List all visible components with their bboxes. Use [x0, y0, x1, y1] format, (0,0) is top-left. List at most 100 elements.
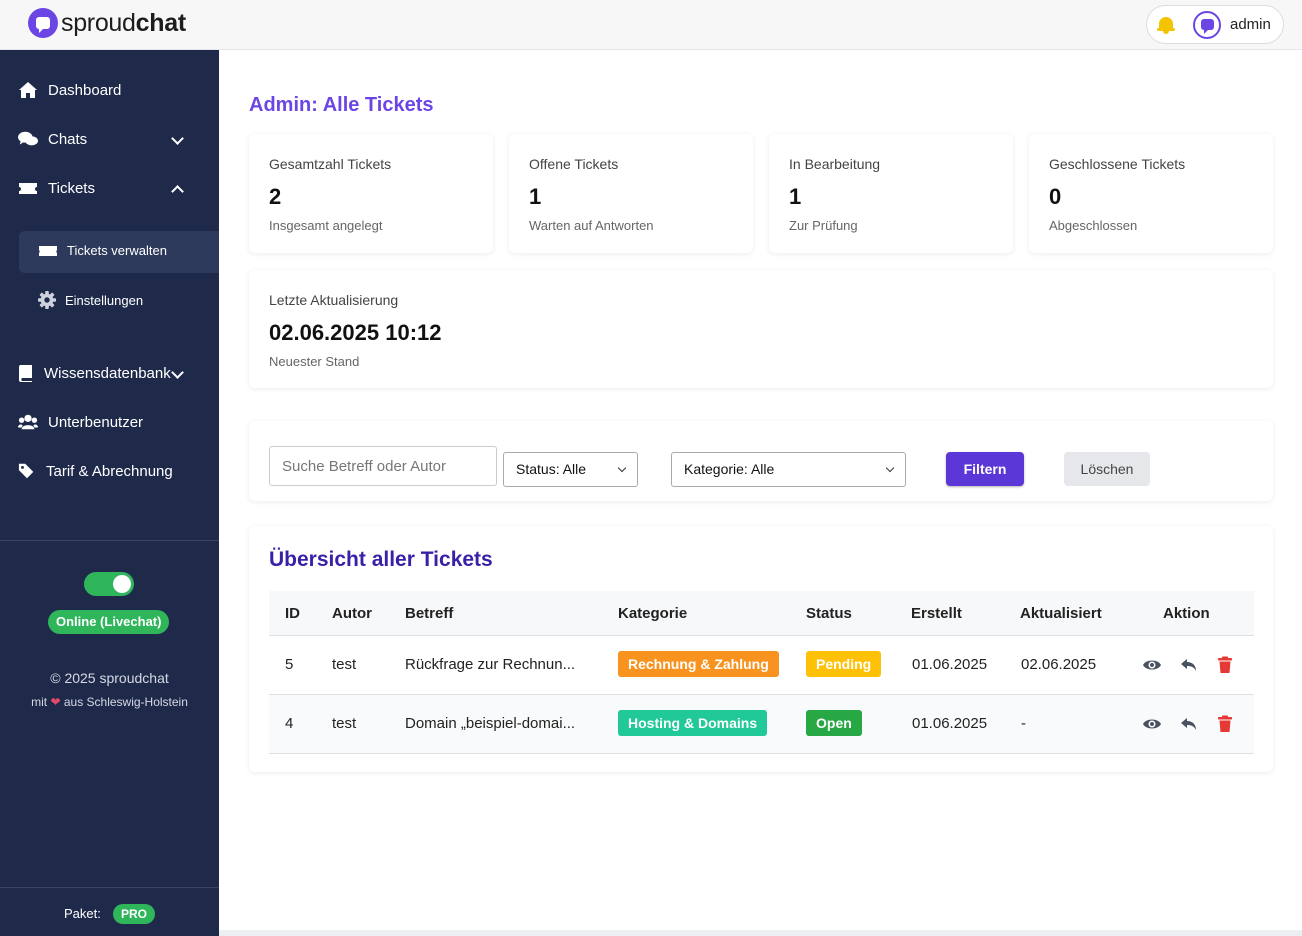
copyright-text: © 2025 sproudchat — [50, 670, 169, 686]
column-header[interactable]: Betreff — [405, 605, 453, 622]
stat-label: Letzte Aktualisierung — [269, 292, 399, 308]
chevron-down-icon[interactable] — [171, 366, 184, 379]
avatar — [1193, 10, 1221, 39]
sidebar-item-tickets[interactable]: Tickets — [18, 179, 95, 197]
bell-icon[interactable] — [1157, 16, 1175, 34]
stat-value: 02.06.2025 10:12 — [269, 320, 442, 345]
online-toggle[interactable] — [84, 572, 134, 596]
stat-value: 2 — [269, 184, 282, 209]
home-icon — [19, 82, 37, 98]
reply-icon[interactable] — [1179, 655, 1199, 675]
chevron-up-icon[interactable] — [171, 185, 184, 198]
column-header[interactable]: Aktualisiert — [1020, 605, 1102, 622]
stat-label: In Bearbeitung — [789, 156, 881, 172]
status-select-value: Status: Alle — [516, 461, 587, 477]
stat-sub: Warten auf Antworten — [529, 218, 654, 233]
sidebar-item-chats[interactable]: Chats — [18, 130, 87, 148]
ticket-icon — [19, 183, 37, 194]
reply-icon[interactable] — [1179, 714, 1199, 734]
stat-label: Gesamtzahl Tickets — [269, 156, 392, 172]
chats-icon — [18, 131, 38, 146]
ticket-icon — [39, 245, 57, 256]
category-badge: Hosting & Domains — [618, 710, 768, 736]
column-header[interactable]: Erstellt — [911, 605, 962, 622]
status-select[interactable]: Status: Alle — [503, 452, 638, 487]
stat-label: Offene Tickets — [529, 156, 619, 172]
column-header: Aktion — [1163, 605, 1210, 622]
trash-icon[interactable] — [1215, 714, 1235, 734]
user-menu[interactable]: admin — [1146, 5, 1284, 44]
eye-icon[interactable] — [1142, 655, 1162, 675]
table-title: Übersicht aller Tickets — [269, 548, 493, 571]
sidebar: Dashboard Chats Tickets Tickets verwalte… — [0, 50, 219, 936]
gear-icon — [38, 291, 56, 309]
main-content: Admin: Alle Tickets Gesamtzahl Tickets 2… — [219, 50, 1302, 930]
users-icon — [18, 414, 38, 430]
category-select[interactable]: Kategorie: Alle — [671, 452, 906, 487]
trash-icon[interactable] — [1215, 655, 1235, 675]
stat-sub: Insgesamt angelegt — [269, 218, 383, 233]
table-row[interactable]: 5 test Rückfrage zur Rechnun... Rechnung… — [269, 636, 1254, 695]
stat-card-total: Gesamtzahl Tickets 2 Insgesamt angelegt — [249, 134, 493, 253]
ticket-created: 01.06.2025 — [912, 715, 988, 732]
chat-bubble-icon — [28, 8, 58, 38]
filter-card: Status: Alle Kategorie: Alle Filtern Lös… — [249, 421, 1273, 501]
stat-value: 0 — [1049, 184, 1062, 209]
made-with-text: mit ❤ aus Schleswig-Holstein — [31, 695, 188, 709]
ticket-author: test — [332, 715, 357, 732]
brand-name: sproudchat — [61, 8, 186, 37]
stat-value: 1 — [529, 184, 542, 209]
top-bar: sproudchat admin — [0, 0, 1302, 50]
ticket-id: 5 — [285, 656, 294, 673]
sidebar-subitem-tickets-verwalten[interactable]: Tickets verwalten — [38, 243, 167, 258]
sidebar-item-label: Chats — [48, 130, 88, 148]
ticket-updated: - — [1021, 715, 1026, 732]
column-header[interactable]: Kategorie — [618, 605, 687, 622]
ticket-updated: 02.06.2025 — [1021, 656, 1097, 673]
stat-card-open: Offene Tickets 1 Warten auf Antworten — [509, 134, 753, 253]
category-select-value: Kategorie: Alle — [684, 461, 775, 477]
sidebar-item-label: Dashboard — [48, 81, 122, 99]
sidebar-divider — [0, 540, 219, 541]
stat-label: Geschlossene Tickets — [1049, 156, 1186, 172]
clear-button[interactable]: Löschen — [1064, 452, 1150, 486]
category-badge: Rechnung & Zahlung — [618, 651, 779, 677]
ticket-created: 01.06.2025 — [912, 656, 988, 673]
bottom-strip — [219, 930, 1302, 936]
table-row[interactable]: 4 test Domain „beispiel-domai... Hosting… — [269, 695, 1254, 754]
search-input[interactable] — [269, 446, 497, 486]
book-icon — [18, 365, 32, 382]
sidebar-item-unterbenutzer[interactable]: Unterbenutzer — [18, 413, 143, 431]
sidebar-subitem-label: Einstellungen — [65, 292, 144, 308]
column-header[interactable]: Autor — [332, 605, 372, 622]
sidebar-subitem-label: Tickets verwalten — [67, 243, 167, 258]
ticket-subject[interactable]: Domain „beispiel-domai... — [405, 715, 575, 732]
package-info: Paket: PRO — [0, 887, 219, 936]
stat-card-in-progress: In Bearbeitung 1 Zur Prüfung — [769, 134, 1013, 253]
sidebar-item-wissensdatenbank[interactable]: Wissensdatenbank — [18, 364, 171, 382]
brand-logo[interactable]: sproudchat — [28, 8, 186, 38]
ticket-subject[interactable]: Rückfrage zur Rechnun... — [405, 656, 575, 673]
eye-icon[interactable] — [1142, 714, 1162, 734]
tags-icon — [18, 463, 34, 479]
stat-card-closed: Geschlossene Tickets 0 Abgeschlossen — [1029, 134, 1273, 253]
chevron-down-icon[interactable] — [171, 132, 184, 145]
column-header[interactable]: Status — [806, 605, 852, 622]
status-badge: Open — [806, 710, 862, 736]
sidebar-item-tarif[interactable]: Tarif & Abrechnung — [18, 462, 173, 480]
filter-button[interactable]: Filtern — [946, 452, 1024, 486]
sidebar-item-label: Tickets — [48, 179, 95, 197]
sidebar-item-label: Tarif & Abrechnung — [46, 462, 173, 480]
sidebar-subitem-einstellungen[interactable]: Einstellungen — [38, 291, 143, 309]
chevron-down-icon — [617, 463, 627, 473]
online-status-badge: Online (Livechat) — [48, 610, 170, 634]
sidebar-item-dashboard[interactable]: Dashboard — [18, 81, 121, 99]
heart-icon: ❤ — [50, 695, 61, 709]
stat-sub: Abgeschlossen — [1049, 218, 1138, 233]
chevron-down-icon — [885, 463, 895, 473]
column-header[interactable]: ID — [285, 605, 300, 622]
sidebar-item-label: Wissensdatenbank — [44, 364, 171, 382]
page-title: Admin: Alle Tickets — [249, 94, 434, 116]
ticket-author: test — [332, 656, 357, 673]
package-badge: PRO — [113, 904, 156, 924]
